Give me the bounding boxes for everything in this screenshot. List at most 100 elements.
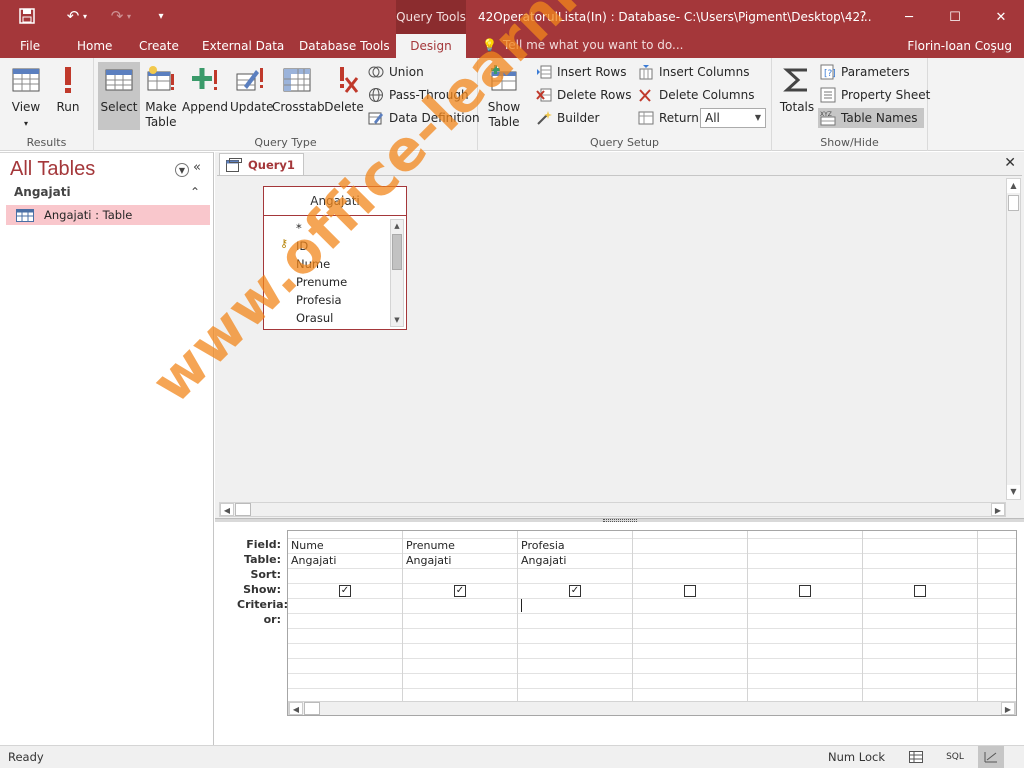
tab-create[interactable]: Create xyxy=(139,34,179,58)
pass-through-button[interactable]: Pass-Through xyxy=(368,85,469,105)
insert-rows-button[interactable]: Insert Rows xyxy=(536,62,626,82)
show-table-button[interactable]: Show Table xyxy=(482,62,526,130)
field-nume[interactable]: Nume xyxy=(296,257,330,271)
design-view-button[interactable] xyxy=(978,746,1004,768)
field-all[interactable]: * xyxy=(296,221,302,235)
minimize-button[interactable]: ─ xyxy=(886,0,932,34)
field-profesia[interactable]: Profesia xyxy=(296,293,342,307)
document-tab-query1[interactable]: Query1 xyxy=(219,153,304,175)
design-pane-horizontal-scrollbar[interactable]: ◀ ▶ xyxy=(219,502,1006,517)
grid-table-cell[interactable]: Angajati xyxy=(406,554,451,567)
field-orasul[interactable]: Orasul xyxy=(296,311,333,325)
nav-collapse-icon[interactable]: « xyxy=(193,160,201,175)
parameters-button[interactable]: [?] Parameters xyxy=(820,62,910,82)
tab-home[interactable]: Home xyxy=(77,34,112,58)
pass-through-label: Pass-Through xyxy=(389,88,469,102)
tell-me-search[interactable]: 💡 Tell me what you want to do... xyxy=(482,38,684,52)
grid-column[interactable] xyxy=(978,531,1016,715)
view-label: View xyxy=(11,100,41,114)
return-dropdown[interactable]: All ▼ xyxy=(700,108,766,128)
grid-column[interactable]: Prenume Angajati ✓ xyxy=(403,531,518,715)
nav-item-angajati-table[interactable]: Angajati : Table xyxy=(6,205,210,225)
builder-wand-icon xyxy=(537,111,552,125)
delete-rows-button[interactable]: Delete Rows xyxy=(536,85,631,105)
save-icon[interactable] xyxy=(16,5,38,27)
scroll-down-icon[interactable]: ▼ xyxy=(391,314,403,326)
show-checkbox[interactable]: ✓ xyxy=(569,585,581,597)
show-checkbox[interactable] xyxy=(914,585,926,597)
sql-view-button[interactable]: SQL xyxy=(942,746,968,768)
scroll-left-icon[interactable]: ◀ xyxy=(289,702,303,715)
scroll-down-icon[interactable]: ▼ xyxy=(1007,485,1020,499)
scroll-right-icon[interactable]: ▶ xyxy=(1001,702,1015,715)
field-prenume[interactable]: Prenume xyxy=(296,275,347,289)
grid-column[interactable]: Profesia Angajati ✓ xyxy=(518,531,633,715)
grid-column[interactable]: Nume Angajati ✓ xyxy=(288,531,403,715)
append-button[interactable]: Append xyxy=(182,62,228,130)
union-button[interactable]: Union xyxy=(368,62,424,82)
close-document-button[interactable]: ✕ xyxy=(1004,155,1016,171)
tab-design[interactable]: Design xyxy=(396,34,466,58)
tab-database-tools[interactable]: Database Tools xyxy=(299,34,390,58)
customize-qat-icon[interactable]: ▾ xyxy=(150,5,172,27)
scroll-thumb[interactable] xyxy=(392,234,402,270)
field-list-scrollbar[interactable]: ▲ ▼ xyxy=(390,219,404,327)
make-table-button[interactable]: Make Table xyxy=(142,62,180,130)
table-field-list-title[interactable]: Angajati xyxy=(264,187,406,216)
totals-button[interactable]: Totals xyxy=(776,62,818,130)
redo-dropdown-icon[interactable]: ▾ xyxy=(124,5,134,27)
field-id[interactable]: ID xyxy=(296,239,308,253)
row-label-or: or: xyxy=(263,613,281,626)
view-button[interactable]: View ▾ xyxy=(6,62,46,130)
restore-button[interactable]: ☐ xyxy=(932,0,978,34)
show-checkbox[interactable] xyxy=(799,585,811,597)
delete-query-button[interactable]: Delete xyxy=(324,62,364,130)
update-button[interactable]: Update xyxy=(230,62,273,130)
scroll-thumb[interactable] xyxy=(304,702,320,715)
delete-query-icon xyxy=(340,67,359,93)
status-text: Ready xyxy=(8,750,44,764)
crosstab-button[interactable]: Crosstab xyxy=(272,62,325,130)
show-checkbox[interactable]: ✓ xyxy=(454,585,466,597)
scroll-up-icon[interactable]: ▲ xyxy=(391,220,403,232)
select-query-button[interactable]: Select xyxy=(98,62,140,130)
tab-external-data[interactable]: External Data xyxy=(202,34,284,58)
grid-table-cell[interactable]: Angajati xyxy=(521,554,566,567)
grid-horizontal-scrollbar[interactable]: ◀ ▶ xyxy=(288,701,1016,715)
tab-file[interactable]: File xyxy=(20,34,40,58)
scroll-thumb[interactable] xyxy=(1008,195,1019,211)
insert-columns-button[interactable]: Insert Columns xyxy=(638,62,749,82)
scroll-left-icon[interactable]: ◀ xyxy=(220,503,234,516)
query-design-grid[interactable]: Nume Angajati ✓ Prenume Angajati ✓ Profe… xyxy=(287,530,1017,716)
run-button[interactable]: Run xyxy=(50,62,86,130)
query-design-pane[interactable]: Angajati * ⚷ ID Nume Prenume Profesia Or… xyxy=(217,175,1022,520)
table-field-list-angajati[interactable]: Angajati * ⚷ ID Nume Prenume Profesia Or… xyxy=(263,186,407,330)
datasheet-view-button[interactable] xyxy=(903,746,929,768)
help-button[interactable]: ? xyxy=(840,0,886,34)
property-sheet-button[interactable]: Property Sheet xyxy=(820,85,930,105)
undo-dropdown-icon[interactable]: ▾ xyxy=(80,5,90,27)
grid-column[interactable] xyxy=(633,531,748,715)
grid-field-cell[interactable]: Nume xyxy=(291,539,324,552)
grid-table-cell[interactable]: Angajati xyxy=(291,554,336,567)
table-names-button[interactable]: XYZ Table Names xyxy=(818,108,924,128)
user-account[interactable]: Florin-Ioan Coşug xyxy=(907,39,1012,53)
grid-field-cell[interactable]: Profesia xyxy=(521,539,565,552)
scroll-thumb[interactable] xyxy=(235,503,251,516)
grid-column[interactable] xyxy=(863,531,978,715)
data-definition-button[interactable]: Data Definition xyxy=(368,108,480,128)
close-window-button[interactable]: ✕ xyxy=(978,0,1024,34)
nav-pane-title[interactable]: All Tables xyxy=(10,158,95,181)
title-bar: ↶ ▾ ↷ ▾ ▾ Query Tools 42OperatorulLista(… xyxy=(0,0,1024,34)
show-checkbox[interactable]: ✓ xyxy=(339,585,351,597)
scroll-right-icon[interactable]: ▶ xyxy=(991,503,1005,516)
scroll-up-icon[interactable]: ▲ xyxy=(1007,179,1020,193)
nav-group-header[interactable]: Angajati ⌃ xyxy=(6,185,210,203)
builder-button[interactable]: Builder xyxy=(536,108,599,128)
design-pane-vertical-scrollbar[interactable]: ▲ ▼ xyxy=(1006,178,1021,500)
grid-field-cell[interactable]: Prenume xyxy=(406,539,455,552)
nav-menu-chevron-icon[interactable]: ▼ xyxy=(175,163,189,177)
grid-column[interactable] xyxy=(748,531,863,715)
delete-columns-button[interactable]: Delete Columns xyxy=(638,85,754,105)
show-checkbox[interactable] xyxy=(684,585,696,597)
